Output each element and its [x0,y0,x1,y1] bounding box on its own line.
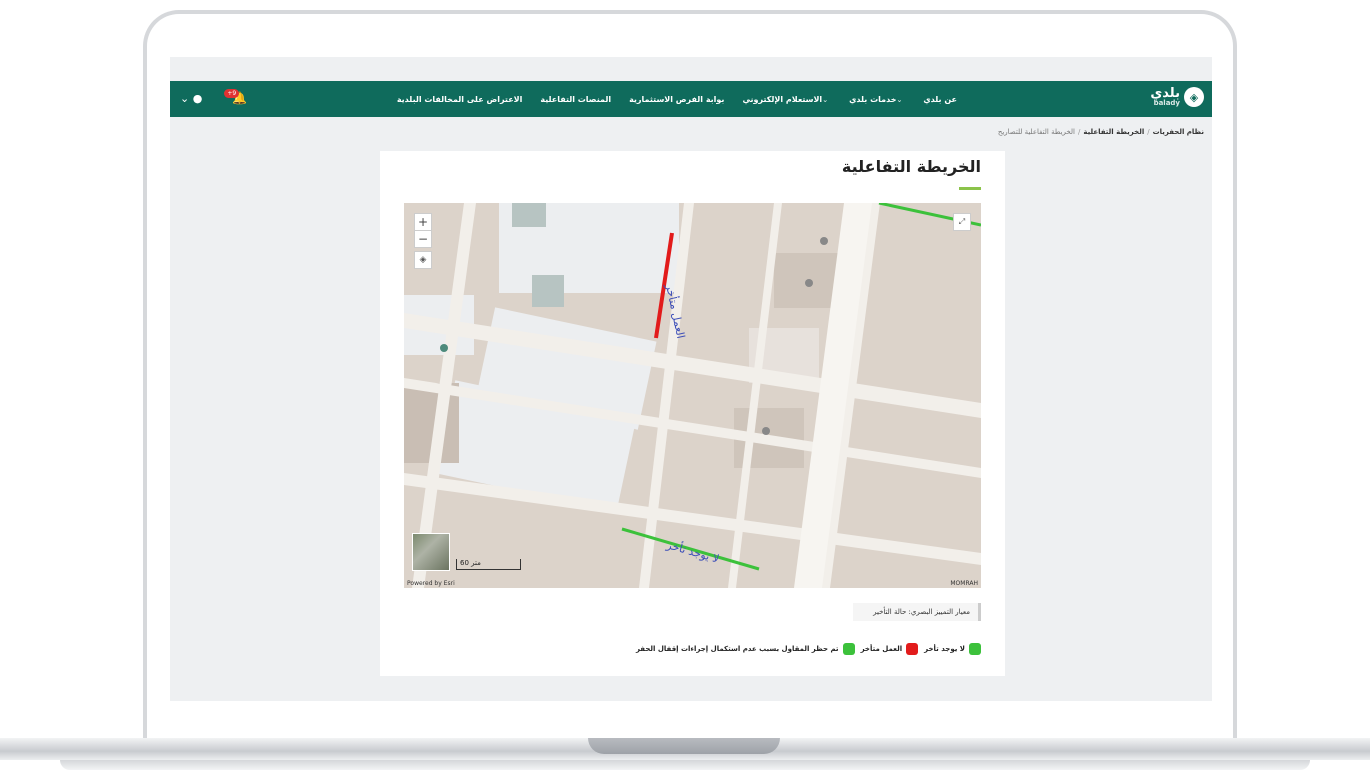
chevron-down-icon: ⌄ [822,95,829,104]
basemap-toggle[interactable] [412,533,450,571]
breadcrumb-item-excavation[interactable]: نظام الحفريات [1153,128,1204,136]
nav-item-inquiry[interactable]: الاستعلام الإلكتروني⌄ [742,95,831,104]
content-card: الخريطة التفاعلية العمل متأخر لا يوجد تأ… [380,151,1005,676]
layers-icon[interactable]: ◈ [414,251,432,269]
legend-item-no-delay: لا يوجد تأخر [924,643,981,655]
balady-logo[interactable]: بلدي balady ◈ [1150,87,1204,107]
breadcrumb-item-map[interactable]: الخريطة التفاعلية [1083,128,1144,136]
nav-menu: عن بلدي خدمات بلدي⌄ الاستعلام الإلكتروني… [397,81,957,117]
nav-item-platforms[interactable]: المنصات التفاعلية [540,95,611,104]
browser-screen: بلدي balady ◈ عن بلدي خدمات بلدي⌄ الاستع… [170,57,1212,701]
zoom-out-button[interactable]: − [415,230,431,247]
legend-swatch [906,643,919,655]
interactive-map[interactable]: العمل متأخر لا يوجد تأخر + − ◈ ⤢ 60 متر … [404,203,981,588]
nav-item-objection[interactable]: الاعتراض على المخالفات البلدية [397,95,523,104]
nav-item-services[interactable]: خدمات بلدي⌄ [849,95,905,104]
breadcrumb-current: الخريطة التفاعلية للتصاريح [997,128,1076,136]
legend-criterion: معيار التمييز البصري: حالة التأخير [853,603,981,621]
breadcrumb: نظام الحفريات/الخريطة التفاعلية/الخريطة … [997,128,1204,136]
nav-item-about[interactable]: عن بلدي [923,95,957,104]
zoom-control: + − [414,213,432,248]
legend-item-blocked: تم حظر المقاول بسبب عدم استكمال إجراءات … [636,643,855,655]
title-underline [959,187,981,190]
main-navbar: بلدي balady ◈ عن بلدي خدمات بلدي⌄ الاستع… [170,81,1212,117]
map-attribution: MOMRAH [950,580,978,587]
logo-icon: ◈ [1184,87,1204,107]
chevron-down-icon: ⌄ [896,95,903,104]
powered-by: Powered by Esri [407,580,455,587]
map-scale: 60 متر [456,559,521,570]
zoom-in-button[interactable]: + [415,214,431,230]
page-title: الخريطة التفاعلية [841,157,981,176]
bell-icon[interactable]: 🔔 +9 [224,89,247,105]
legend-swatch [842,643,855,655]
legend-item-delayed: العمل متأخر [861,643,919,655]
top-strip [170,57,1212,81]
expand-icon[interactable]: ⤢ [953,213,971,231]
nav-item-investment[interactable]: بوابة الفرص الاستثمارية [629,95,724,104]
user-icon[interactable]: ⌄ ● [180,92,202,105]
notification-badge: +9 [224,89,240,98]
laptop-base [0,738,1370,774]
legend-swatch [969,643,981,655]
legend: لا يوجد تأخر العمل متأخر تم حظر المقاول … [636,643,981,655]
logo-subtext: balady [1153,99,1180,107]
